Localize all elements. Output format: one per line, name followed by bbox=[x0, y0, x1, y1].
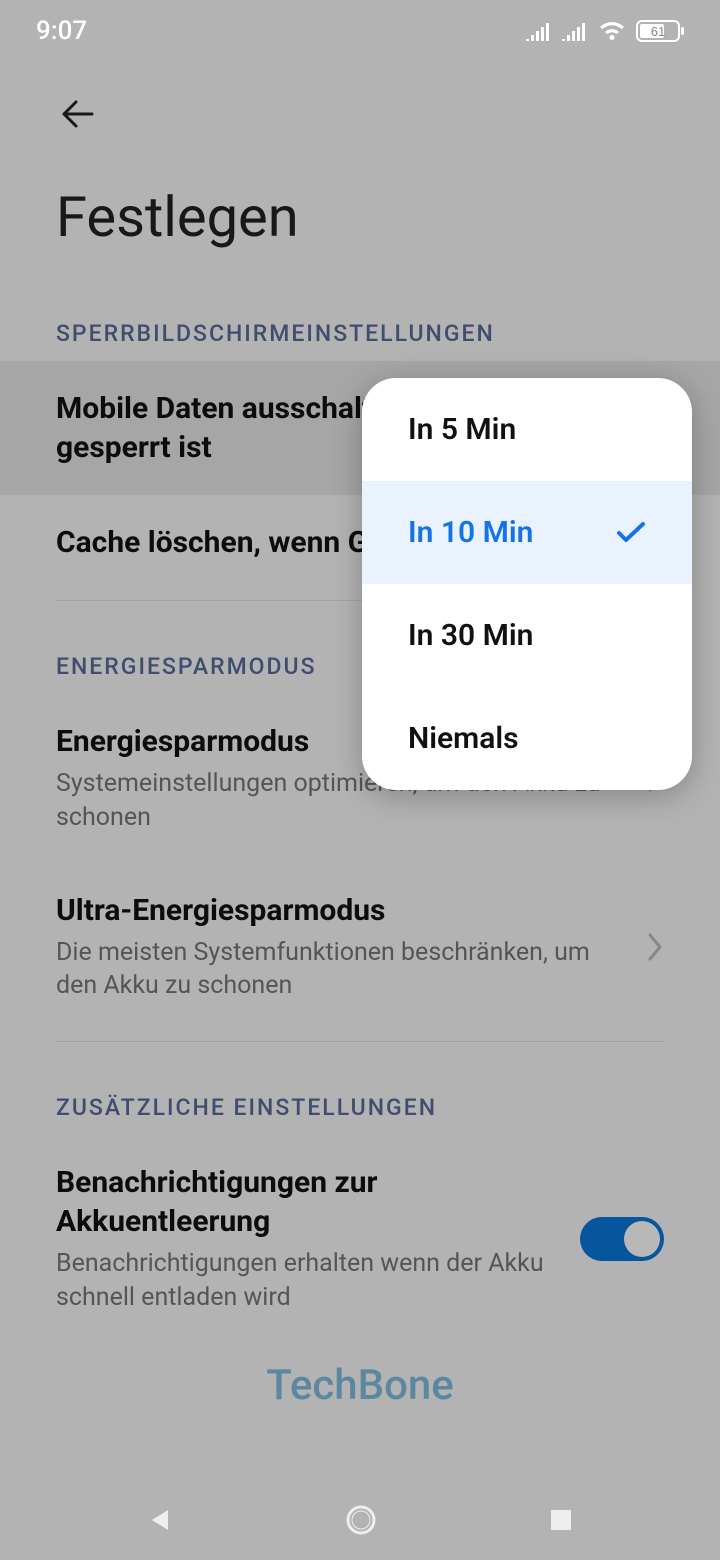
nav-back-icon[interactable] bbox=[146, 1506, 174, 1534]
status-time: 9:07 bbox=[36, 16, 87, 46]
dropdown-option[interactable]: In 10 Min bbox=[362, 481, 692, 584]
nav-home-icon[interactable] bbox=[345, 1504, 377, 1536]
chevron-right-icon bbox=[646, 932, 664, 962]
wifi-icon bbox=[598, 20, 626, 42]
watermark: TechBone bbox=[0, 1361, 720, 1410]
option-label: Niemals bbox=[408, 721, 519, 756]
item-subtitle: Die meisten Systemfunktionen beschränken… bbox=[56, 936, 626, 1004]
section-extra-label: ZUSÄTZLICHE EINSTELLUNGEN bbox=[0, 1042, 720, 1135]
status-icons: 61 bbox=[526, 19, 684, 43]
back-arrow-icon[interactable] bbox=[56, 92, 100, 136]
signal-icon bbox=[526, 21, 552, 41]
nav-recent-icon[interactable] bbox=[548, 1507, 574, 1533]
check-icon bbox=[616, 521, 646, 545]
status-bar: 9:07 61 bbox=[0, 0, 720, 62]
item-battery-notify[interactable]: Benachrichtigungen zur Akkuentleerung Be… bbox=[0, 1135, 720, 1343]
toggle-switch[interactable] bbox=[580, 1217, 664, 1261]
page-title: Festlegen bbox=[0, 140, 720, 260]
navigation-bar bbox=[0, 1480, 720, 1560]
battery-icon: 61 bbox=[636, 19, 684, 43]
section-lockscreen-label: SPERRBILDSCHIRMEINSTELLUNGEN bbox=[0, 260, 720, 361]
dropdown-option[interactable]: Niemals bbox=[362, 687, 692, 790]
item-ultra-power-save[interactable]: Ultra-Energiesparmodus Die meisten Syste… bbox=[0, 863, 720, 1032]
option-label: In 10 Min bbox=[408, 515, 533, 550]
item-title: Ultra-Energiesparmodus bbox=[56, 891, 626, 930]
signal-icon bbox=[562, 21, 588, 41]
item-subtitle: Benachrichtigungen erhalten wenn der Akk… bbox=[56, 1247, 560, 1315]
dropdown-popup: In 5 Min In 10 Min In 30 Min Niemals bbox=[362, 378, 692, 790]
item-title: Benachrichtigungen zur Akkuentleerung bbox=[56, 1163, 560, 1241]
dropdown-option[interactable]: In 30 Min bbox=[362, 584, 692, 687]
battery-level: 61 bbox=[651, 24, 665, 39]
option-label: In 30 Min bbox=[408, 618, 533, 653]
option-label: In 5 Min bbox=[408, 412, 516, 447]
dropdown-option[interactable]: In 5 Min bbox=[362, 378, 692, 481]
